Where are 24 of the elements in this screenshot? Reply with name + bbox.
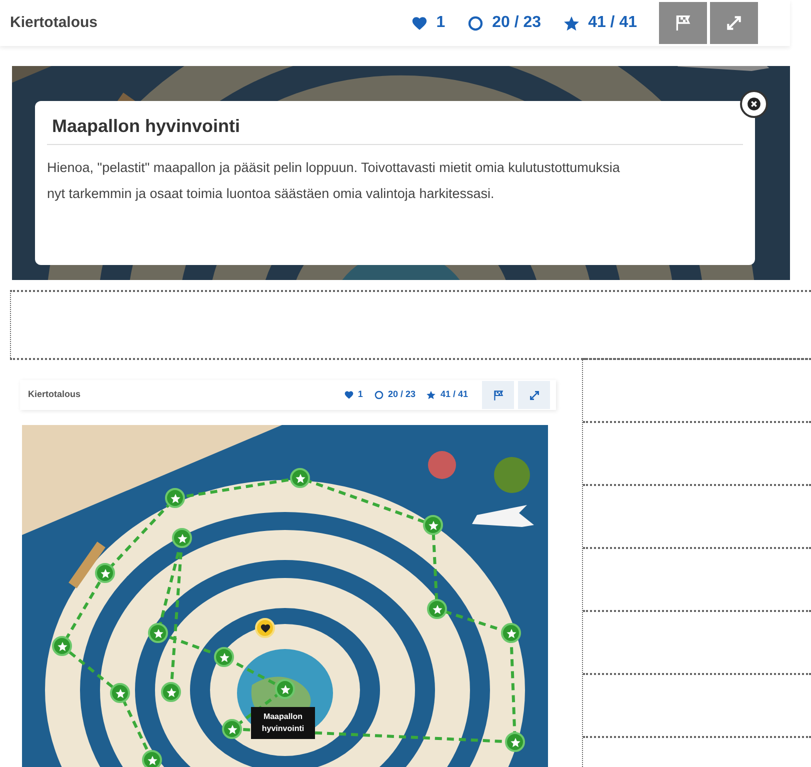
- expand-icon: [528, 388, 540, 402]
- flag-button[interactable]: [482, 381, 514, 409]
- circle-icon: [374, 390, 384, 400]
- dialog-title: Maapallon hyvinvointi: [52, 116, 240, 136]
- stat-count: 1: [436, 13, 446, 33]
- star-icon: [563, 14, 580, 32]
- circle-icon: [467, 14, 484, 32]
- heart-icon: [411, 14, 428, 32]
- fullscreen-button[interactable]: [710, 2, 758, 44]
- dialog-message: Hienoa, "pelastit" maapallon ja pääsit pelin loppuun. Toivottavasti mietit omia kulutustottumuksia nyt tarkemmin ja osaat toimia luontoa säästäen omia valintoja harkitessasi.: [47, 159, 621, 203]
- flag-icon: [492, 388, 504, 402]
- stat-count: 20 / 23: [388, 388, 416, 402]
- stat-count: 20 / 23: [492, 13, 542, 33]
- tooltip: Maapallon hyvinvointi: [251, 707, 315, 739]
- game-title: Kiertotalous: [9, 12, 98, 33]
- game-title: Kiertotalous: [28, 388, 81, 402]
- heart-icon: [344, 390, 354, 400]
- expand-icon: [724, 13, 744, 33]
- stat-count: 41 / 41: [588, 13, 637, 33]
- stat-count: 1: [358, 388, 363, 402]
- stat-count: 41 / 41: [440, 388, 468, 402]
- fullscreen-button[interactable]: [518, 381, 550, 409]
- flag-button[interactable]: [659, 2, 707, 44]
- star-icon: [426, 390, 436, 400]
